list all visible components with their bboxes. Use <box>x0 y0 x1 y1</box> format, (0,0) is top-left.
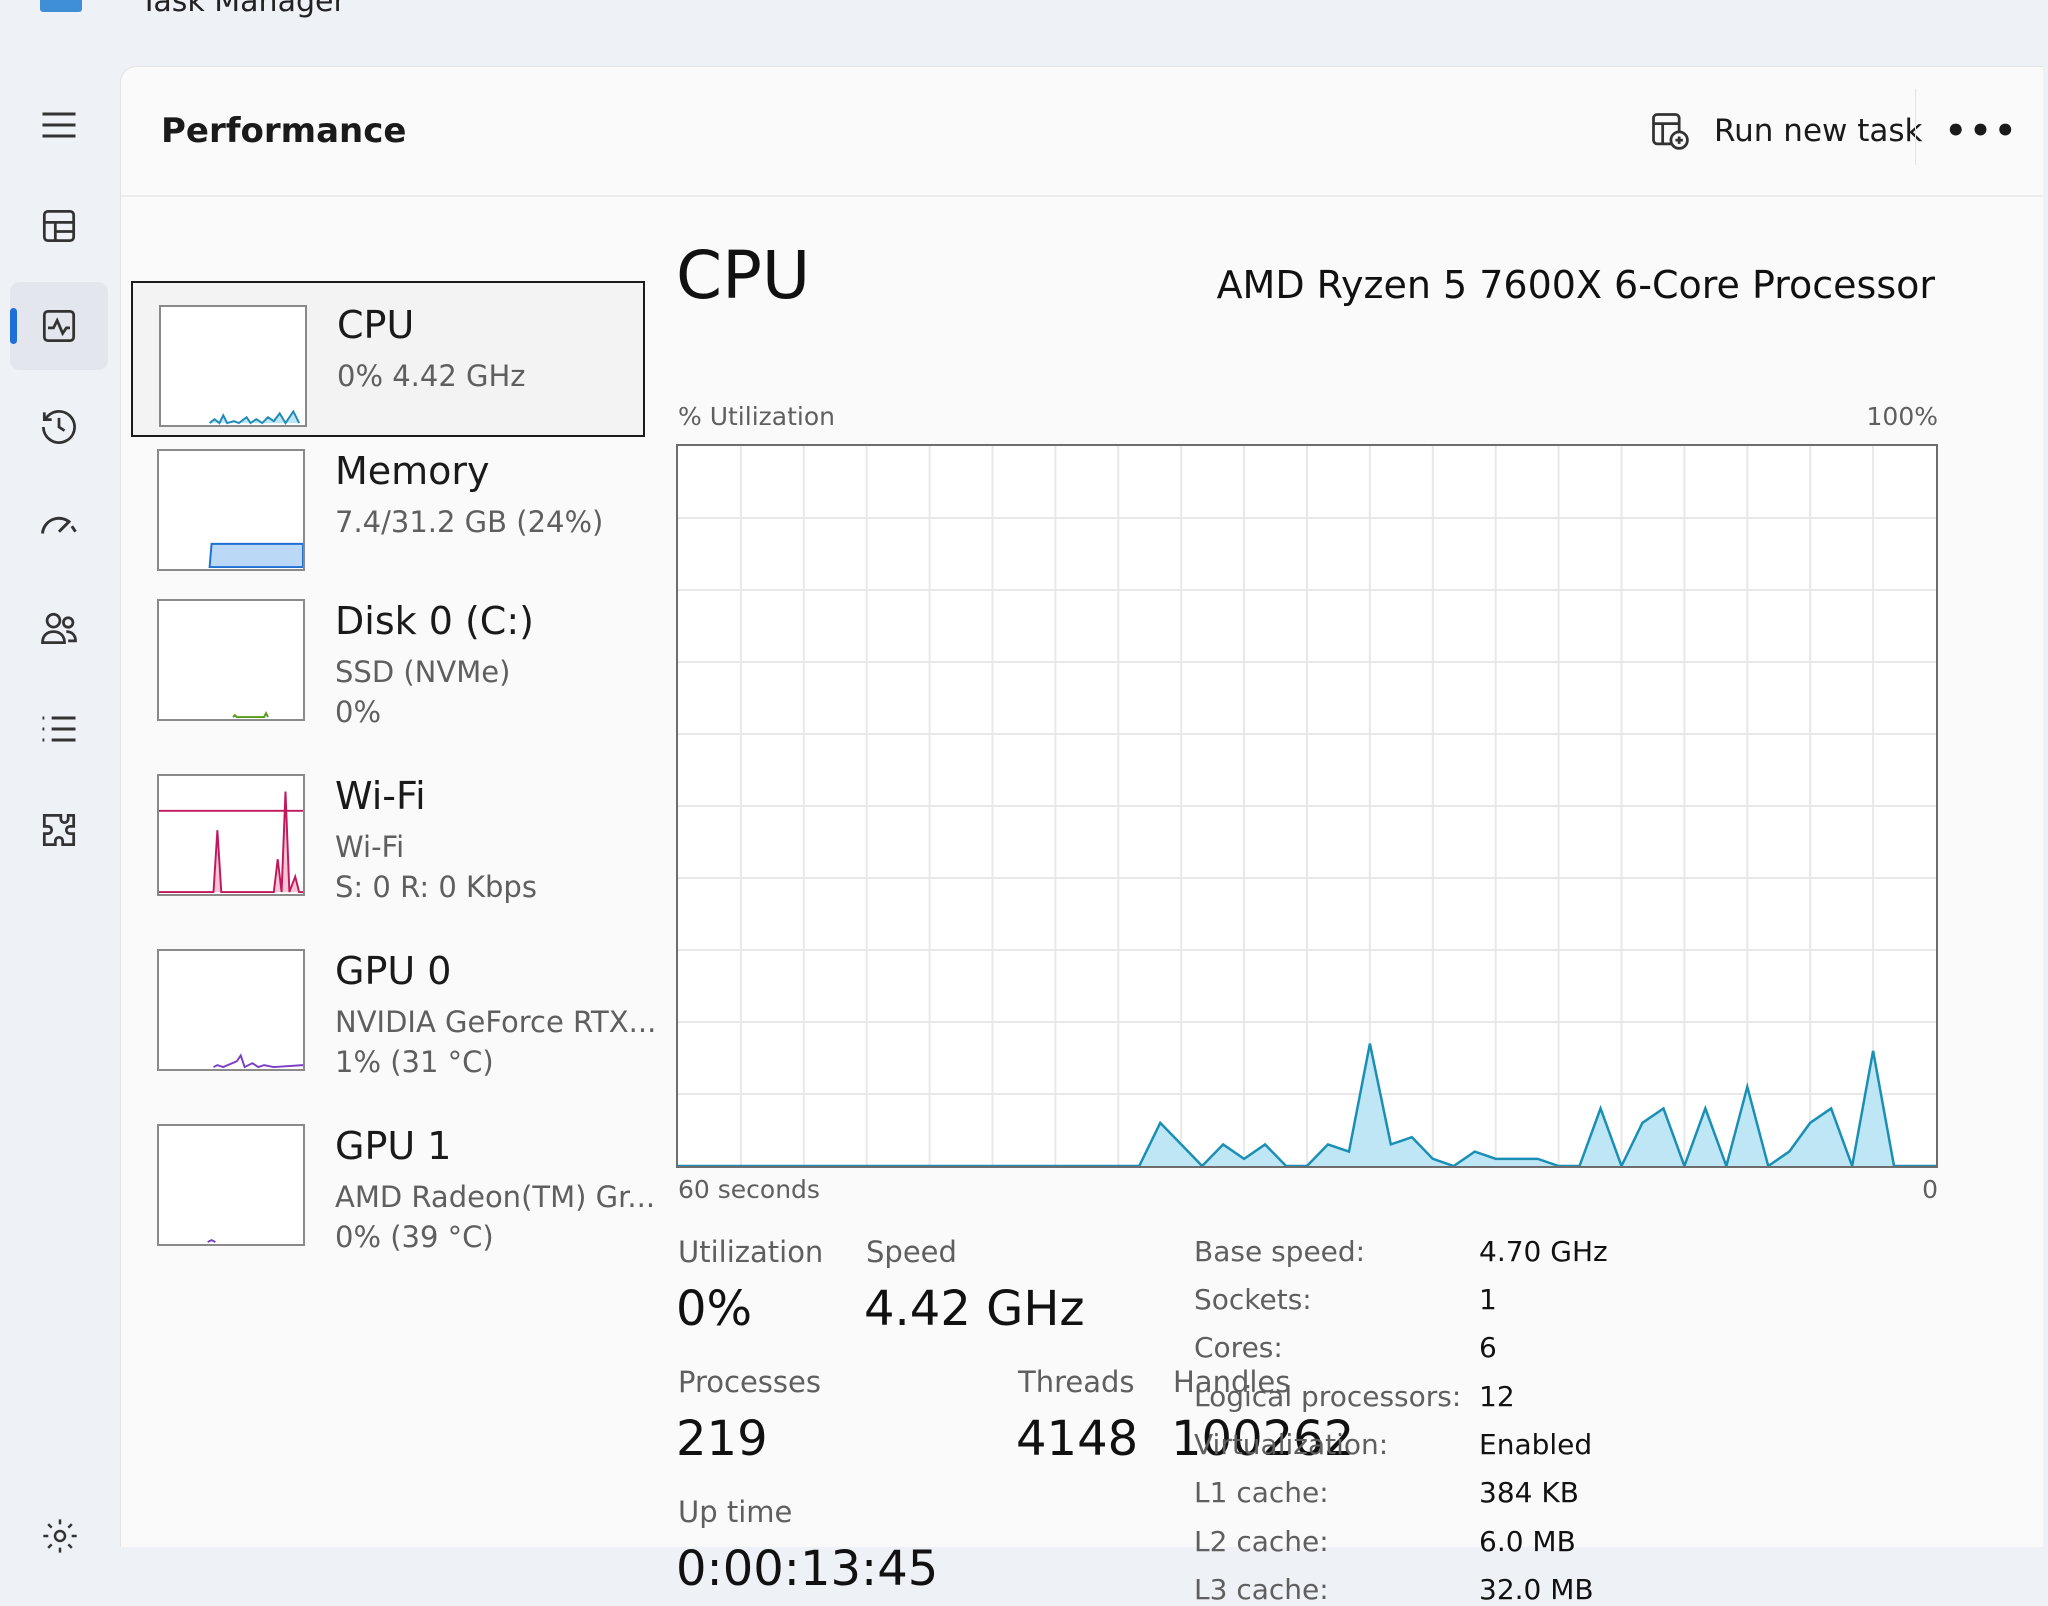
processes-label: Processes <box>678 1365 821 1399</box>
resource-item-memory[interactable]: Memory 7.4/31.2 GB (24%) <box>131 449 641 581</box>
task-manager-app-icon <box>40 0 82 12</box>
graph-x-min: 0 <box>1922 1175 1938 1204</box>
disk-thumbnail-sparkline <box>232 711 269 719</box>
detail-title: CPU <box>676 237 811 314</box>
nav-services[interactable] <box>10 786 108 874</box>
hamburger-menu-button[interactable] <box>10 81 108 169</box>
spec-label: Virtualization: <box>1194 1428 1389 1461</box>
resource-detail: SSD (NVMe) <box>335 655 511 689</box>
gpu1-thumbnail-graph <box>157 1124 305 1246</box>
users-icon <box>41 612 77 645</box>
resource-item-wifi[interactable]: Wi-Fi Wi-Fi S: 0 R: 0 Kbps <box>131 774 641 906</box>
hamburger-menu-icon <box>42 112 76 138</box>
speed-value: 4.42 GHz <box>864 1281 1085 1337</box>
resource-detail: Wi-Fi <box>335 830 405 864</box>
resource-item-cpu[interactable]: CPU 0% 4.42 GHz <box>131 281 645 437</box>
resource-detail-secondary: S: 0 R: 0 Kbps <box>335 870 537 904</box>
page-header: Performance Run new task ••• <box>121 67 2043 197</box>
nav-details[interactable] <box>10 685 108 773</box>
spec-value: 6 <box>1479 1331 1497 1364</box>
wifi-thumbnail-sparkline <box>159 791 303 894</box>
gpu0-thumbnail-sparkline <box>213 1053 304 1069</box>
resource-detail: NVIDIA GeForce RTX... <box>335 1005 657 1039</box>
graph-y-label: % Utilization <box>678 402 835 431</box>
cpu-utilization-graph <box>676 444 1938 1168</box>
utilization-value: 0% <box>676 1281 753 1337</box>
spec-value: 4.70 GHz <box>1479 1235 1608 1268</box>
performance-icon <box>42 309 76 343</box>
spec-label: L3 cache: <box>1194 1573 1329 1606</box>
spec-value: 384 KB <box>1479 1476 1579 1509</box>
uptime-label: Up time <box>678 1495 793 1529</box>
resource-detail-secondary: 1% (31 °C) <box>335 1045 494 1079</box>
memory-thumbnail-fill <box>208 542 304 569</box>
cpu-thumbnail-sparkline <box>209 409 301 425</box>
graph-x-label: 60 seconds <box>678 1175 820 1204</box>
graph-y-max: 100% <box>1866 402 1938 431</box>
startup-apps-icon <box>41 516 77 534</box>
content-panel: Performance Run new task ••• CPU 0% 4.42… <box>120 66 2043 1606</box>
resource-name: Wi-Fi <box>335 774 426 818</box>
memory-thumbnail-graph <box>157 449 305 571</box>
spec-label: Logical processors: <box>1194 1380 1462 1413</box>
spec-value: 32.0 MB <box>1479 1573 1594 1606</box>
nav-app-history[interactable] <box>10 383 108 471</box>
resource-detail-secondary: 0% (39 °C) <box>335 1220 494 1254</box>
processes-value: 219 <box>676 1411 768 1467</box>
run-new-task-label: Run new task <box>1714 113 1923 149</box>
threads-value: 4148 <box>1016 1411 1139 1467</box>
more-options-button[interactable]: ••• <box>1945 109 2019 153</box>
resource-name: GPU 1 <box>335 1124 452 1168</box>
wifi-thumbnail-graph <box>157 774 305 896</box>
app-history-icon <box>42 410 76 444</box>
spec-label: Base speed: <box>1194 1235 1366 1268</box>
disk-thumbnail-graph <box>157 599 305 721</box>
window-title: Task Manager <box>140 0 346 19</box>
utilization-label: Utilization <box>678 1235 824 1269</box>
spec-value: 12 <box>1479 1380 1515 1413</box>
header-separator <box>1915 89 1916 165</box>
nav-users[interactable] <box>10 584 108 672</box>
resource-detail: 0% 4.42 GHz <box>337 359 526 393</box>
details-icon <box>42 716 76 742</box>
title-bar: Task Manager <box>0 0 2048 66</box>
spec-value: 6.0 MB <box>1479 1525 1576 1558</box>
spec-value: Enabled <box>1479 1428 1593 1461</box>
threads-label: Threads <box>1018 1365 1135 1399</box>
services-icon <box>42 813 76 847</box>
nav-startup-apps[interactable] <box>10 484 108 572</box>
cpu-utilization-chart <box>678 446 1936 1166</box>
page-title: Performance <box>161 111 407 151</box>
resource-name: CPU <box>337 303 415 347</box>
run-new-task-icon <box>1652 113 1689 150</box>
gpu0-thumbnail-graph <box>157 949 305 1071</box>
resource-name: GPU 0 <box>335 949 452 993</box>
resource-detail: AMD Radeon(TM) Gr... <box>335 1180 656 1214</box>
spec-label: Sockets: <box>1194 1283 1312 1316</box>
nav-processes[interactable] <box>10 182 108 270</box>
resource-name: Memory <box>335 449 490 493</box>
spec-label: Cores: <box>1194 1331 1283 1364</box>
settings-icon[interactable] <box>40 1516 80 1556</box>
resource-item-gpu0[interactable]: GPU 0 NVIDIA GeForce RTX... 1% (31 °C) <box>131 949 656 1081</box>
resource-detail-secondary: 0% <box>335 695 382 729</box>
gpu1-thumbnail-sparkline <box>207 1239 216 1243</box>
uptime-value: 0:00:13:45 <box>676 1541 939 1597</box>
spec-label: L1 cache: <box>1194 1476 1329 1509</box>
resource-item-disk[interactable]: Disk 0 (C:) SSD (NVMe) 0% <box>131 599 641 731</box>
spec-label: L2 cache: <box>1194 1525 1329 1558</box>
resource-item-gpu1[interactable]: GPU 1 AMD Radeon(TM) Gr... 0% (39 °C) <box>131 1124 655 1256</box>
processes-icon <box>42 209 76 243</box>
resource-name: Disk 0 (C:) <box>335 599 534 643</box>
processor-name: AMD Ryzen 5 7600X 6-Core Processor <box>1216 263 1935 307</box>
nav-performance[interactable] <box>10 282 108 370</box>
resource-detail: 7.4/31.2 GB (24%) <box>335 505 604 539</box>
navigation-rail <box>0 66 120 1553</box>
speed-label: Speed <box>866 1235 957 1269</box>
cpu-thumbnail-graph <box>159 305 307 427</box>
run-new-task-button[interactable]: Run new task <box>1636 101 1934 161</box>
spec-value: 1 <box>1479 1283 1497 1316</box>
